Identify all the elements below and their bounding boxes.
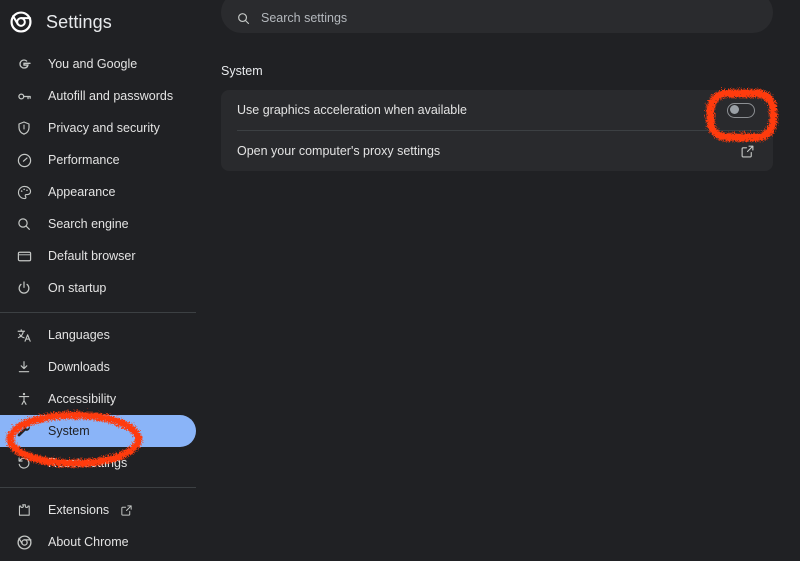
- graphics-acceleration-toggle[interactable]: [727, 102, 755, 118]
- sidebar-item-system[interactable]: System: [0, 415, 196, 447]
- system-settings-card: Use graphics acceleration when available…: [221, 90, 773, 171]
- key-icon: [14, 86, 34, 106]
- sidebar-item-label: Reset settings: [48, 456, 128, 470]
- external-link-icon[interactable]: [119, 503, 133, 517]
- external-link-icon[interactable]: [739, 143, 755, 159]
- extension-puzzle-icon: [14, 500, 34, 520]
- sidebar-item-languages[interactable]: Languages: [0, 319, 196, 351]
- sidebar-item-label: You and Google: [48, 57, 138, 71]
- search-icon: [235, 10, 251, 26]
- sidebar: Settings You and Google Autofill and pas…: [0, 0, 210, 561]
- sidebar-group-secondary: Languages Downloads Accessibility System…: [0, 319, 210, 479]
- accessibility-icon: [14, 389, 34, 409]
- chrome-logo-icon: [14, 532, 34, 552]
- google-g-icon: [14, 54, 34, 74]
- translate-icon: [14, 325, 34, 345]
- sidebar-item-autofill-and-passwords[interactable]: Autofill and passwords: [0, 80, 196, 112]
- wrench-icon: [14, 421, 34, 441]
- sidebar-item-extensions[interactable]: Extensions: [0, 494, 196, 526]
- sidebar-item-performance[interactable]: Performance: [0, 144, 196, 176]
- shield-icon: [14, 118, 34, 138]
- main-content: System Use graphics acceleration when av…: [210, 0, 800, 561]
- sidebar-item-downloads[interactable]: Downloads: [0, 351, 196, 383]
- sidebar-item-you-and-google[interactable]: You and Google: [0, 48, 196, 80]
- settings-brand-header: Settings: [0, 0, 210, 44]
- chrome-logo-icon: [8, 9, 34, 35]
- sidebar-item-label: Autofill and passwords: [48, 89, 174, 103]
- palette-icon: [14, 182, 34, 202]
- sidebar-item-accessibility[interactable]: Accessibility: [0, 383, 196, 415]
- toggle-knob: [730, 105, 739, 114]
- search-icon: [14, 214, 34, 234]
- sidebar-item-default-browser[interactable]: Default browser: [0, 240, 196, 272]
- power-icon: [14, 278, 34, 298]
- sidebar-item-label: Default browser: [48, 249, 136, 263]
- sidebar-divider-2: [0, 487, 196, 488]
- row-proxy-settings[interactable]: Open your computer's proxy settings: [221, 131, 773, 171]
- sidebar-item-label: Languages: [48, 328, 110, 342]
- restore-icon: [14, 453, 34, 473]
- sidebar-item-label: Appearance: [48, 185, 116, 199]
- sidebar-group-primary: You and Google Autofill and passwords Pr…: [0, 48, 210, 304]
- speedometer-icon: [14, 150, 34, 170]
- row-label: Open your computer's proxy settings: [237, 144, 441, 158]
- row-graphics-acceleration[interactable]: Use graphics acceleration when available: [221, 90, 773, 130]
- page-title: Settings: [46, 11, 112, 32]
- search-input[interactable]: [261, 10, 691, 26]
- download-icon: [14, 357, 34, 377]
- sidebar-item-label: On startup: [48, 281, 107, 295]
- sidebar-item-label: Accessibility: [48, 392, 117, 406]
- row-label: Use graphics acceleration when available: [237, 103, 467, 117]
- sidebar-item-on-startup[interactable]: On startup: [0, 272, 196, 304]
- sidebar-group-tertiary: Extensions About Chrome: [0, 494, 210, 558]
- sidebar-item-label: Privacy and security: [48, 121, 160, 135]
- sidebar-item-label: Search engine: [48, 217, 129, 231]
- sidebar-item-about-chrome[interactable]: About Chrome: [0, 526, 196, 558]
- search-settings-bar[interactable]: [221, 0, 773, 33]
- browser-window-icon: [14, 246, 34, 266]
- sidebar-item-label: System: [48, 424, 90, 438]
- sidebar-item-search-engine[interactable]: Search engine: [0, 208, 196, 240]
- sidebar-item-label: Performance: [48, 153, 120, 167]
- sidebar-item-label: Downloads: [48, 360, 110, 374]
- section-title: System: [221, 64, 263, 78]
- sidebar-item-privacy-and-security[interactable]: Privacy and security: [0, 112, 196, 144]
- sidebar-item-reset-settings[interactable]: Reset settings: [0, 447, 196, 479]
- sidebar-divider-1: [0, 312, 196, 313]
- sidebar-item-label: About Chrome: [48, 535, 129, 549]
- sidebar-item-appearance[interactable]: Appearance: [0, 176, 196, 208]
- sidebar-item-label: Extensions: [48, 503, 110, 517]
